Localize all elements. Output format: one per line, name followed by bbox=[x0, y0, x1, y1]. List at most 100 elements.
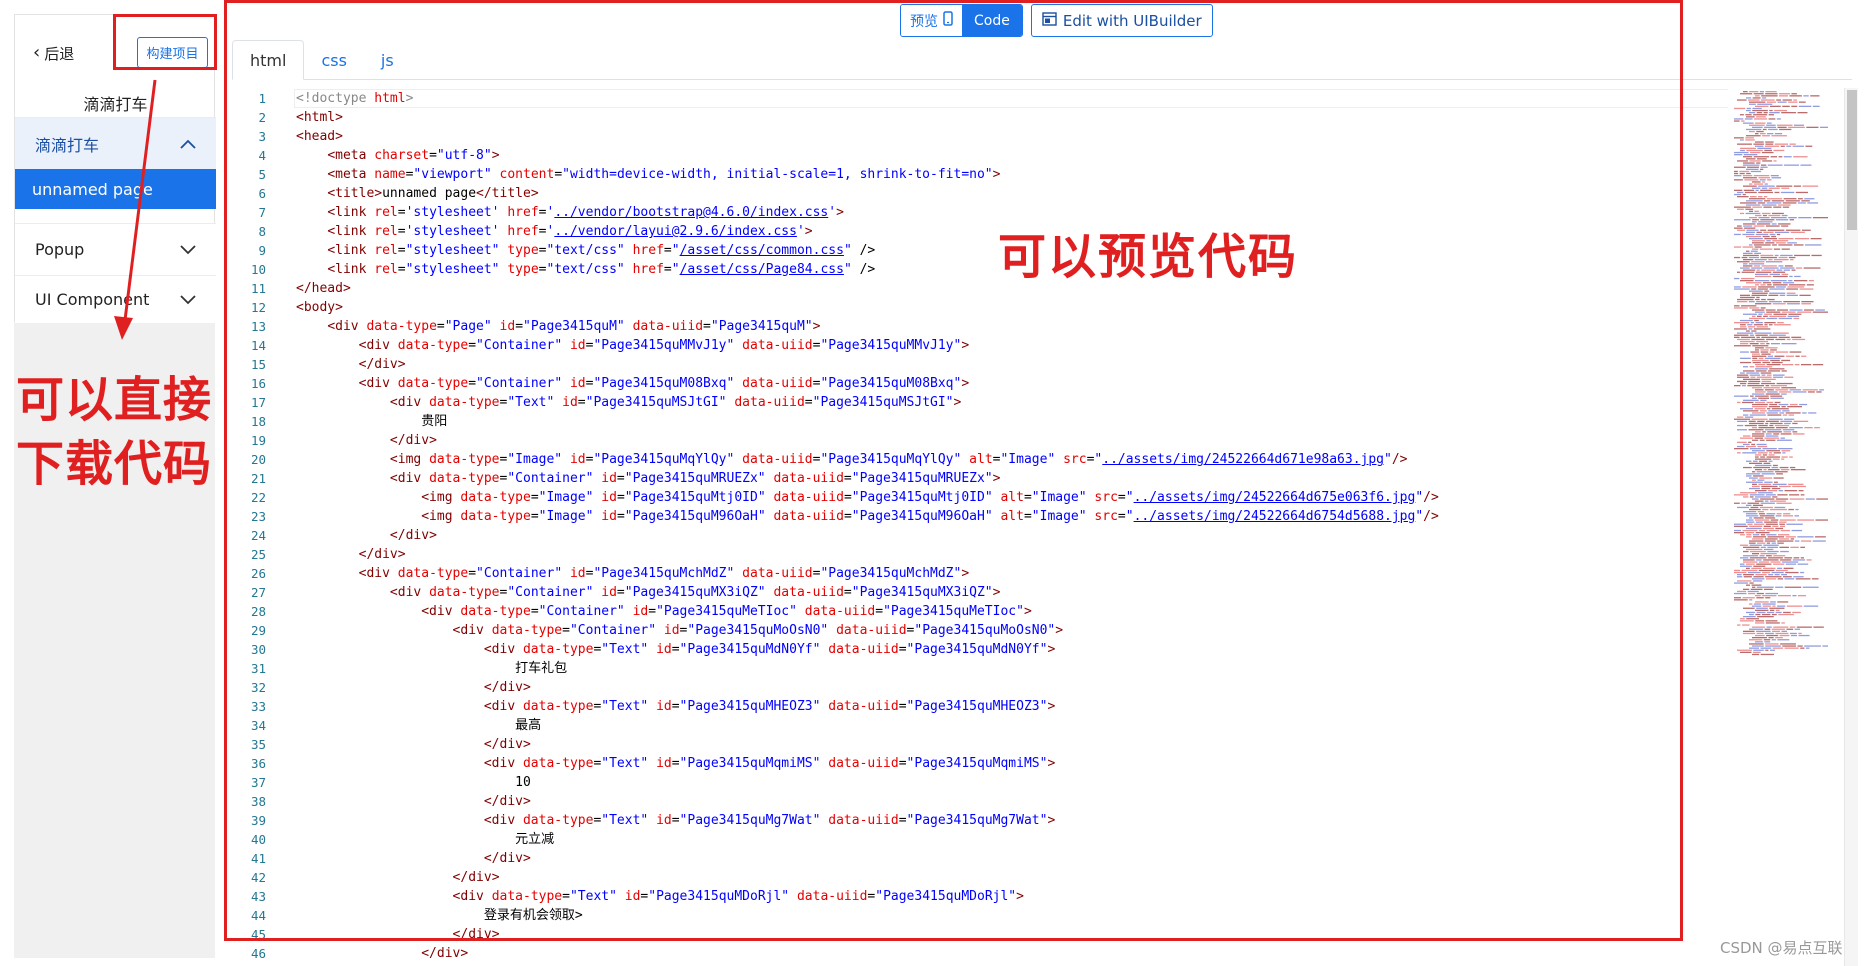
code-button[interactable]: Code bbox=[962, 5, 1022, 36]
minimap-token bbox=[1755, 389, 1764, 391]
code-line: 26 <div data-type="Container" id="Page34… bbox=[228, 564, 1728, 583]
minimap-token bbox=[1760, 219, 1775, 221]
minimap-token bbox=[1755, 464, 1772, 467]
minimap-token bbox=[1780, 191, 1795, 194]
minimap-token bbox=[1760, 553, 1777, 555]
tab-css[interactable]: css bbox=[304, 40, 363, 80]
minimap-token bbox=[1765, 393, 1780, 395]
minimap-token bbox=[1787, 286, 1805, 288]
tab-html[interactable]: html bbox=[232, 40, 305, 80]
scrollbar-thumb[interactable] bbox=[1847, 90, 1857, 230]
minimap-token bbox=[1761, 99, 1775, 101]
minimap-token bbox=[1744, 191, 1757, 194]
code-area[interactable]: 1 <!doctype html> 2 <html> 3 <head> 4 <meta ch… bbox=[228, 89, 1728, 966]
minimap-token bbox=[1744, 227, 1756, 229]
minimap-token bbox=[1769, 607, 1785, 609]
minimap-token bbox=[1779, 546, 1789, 548]
minimap-token bbox=[1734, 286, 1741, 288]
minimap-token bbox=[1777, 542, 1784, 544]
minimap-token bbox=[1749, 317, 1765, 320]
minimap-token bbox=[1755, 273, 1769, 275]
code-minimap[interactable] bbox=[1730, 89, 1830, 659]
minimap-token bbox=[1781, 574, 1787, 576]
line-number: 13 bbox=[250, 319, 266, 334]
minimap-token bbox=[1763, 544, 1779, 546]
code-text: </div> bbox=[483, 794, 531, 809]
minimap-token bbox=[1745, 445, 1756, 448]
minimap-token bbox=[1769, 368, 1785, 370]
code-line: 33 <div data-type="Text" id="Page3415quM… bbox=[228, 697, 1728, 716]
minimap-token bbox=[1746, 229, 1759, 231]
minimap-token bbox=[1792, 422, 1798, 425]
minimap-token bbox=[1812, 311, 1828, 313]
minimap-token bbox=[1757, 202, 1766, 204]
minimap-token bbox=[1751, 584, 1762, 586]
minimap-token bbox=[1756, 586, 1774, 588]
back-button[interactable]: ‹ 后退 bbox=[33, 43, 74, 64]
line-number: 18 bbox=[250, 414, 266, 429]
minimap-token bbox=[1743, 223, 1756, 225]
minimap-token bbox=[1778, 265, 1784, 267]
minimap-token bbox=[1764, 200, 1771, 202]
minimap-token bbox=[1777, 494, 1788, 496]
minimap-token bbox=[1774, 574, 1780, 576]
tab-js[interactable]: js bbox=[364, 40, 411, 80]
minimap-token bbox=[1747, 166, 1759, 168]
minimap-token bbox=[1746, 519, 1754, 521]
minimap-token bbox=[1781, 225, 1789, 227]
minimap-token bbox=[1769, 315, 1787, 317]
minimap-token bbox=[1762, 214, 1767, 217]
minimap-token bbox=[1755, 395, 1769, 397]
minimap-token bbox=[1746, 504, 1752, 506]
minimap-token bbox=[1749, 628, 1764, 630]
minimap-token bbox=[1769, 424, 1774, 427]
minimap-token bbox=[1785, 563, 1797, 565]
edit-uibuilder-button[interactable]: Edit with UIBuilder bbox=[1030, 4, 1213, 37]
minimap-token bbox=[1778, 156, 1783, 158]
minimap-token bbox=[1789, 498, 1805, 500]
code-line: 45 </div> bbox=[228, 925, 1728, 944]
preview-button[interactable]: 预览 bbox=[901, 5, 962, 36]
line-number: 12 bbox=[250, 300, 266, 315]
minimap-token bbox=[1749, 496, 1754, 498]
minimap-token bbox=[1734, 179, 1743, 181]
minimap-token bbox=[1753, 328, 1771, 330]
minimap-token bbox=[1765, 649, 1769, 651]
minimap-token bbox=[1766, 240, 1771, 242]
minimap-token bbox=[1765, 389, 1774, 391]
code-line: 7 <link rel='stylesheet' href='../vendor… bbox=[228, 203, 1728, 222]
minimap-token bbox=[1776, 473, 1783, 475]
minimap-token bbox=[1755, 95, 1760, 97]
editor-scrollbar[interactable] bbox=[1844, 88, 1858, 966]
minimap-token bbox=[1740, 351, 1749, 353]
minimap-token bbox=[1755, 271, 1772, 273]
editor-toolbar: 预览 Code Edit with UIBuilder bbox=[900, 4, 1213, 38]
minimap-token bbox=[1743, 156, 1753, 158]
minimap-token bbox=[1781, 359, 1791, 362]
minimap-token bbox=[1756, 130, 1764, 133]
minimap-token bbox=[1779, 391, 1792, 393]
minimap-token bbox=[1743, 496, 1749, 498]
minimap-token bbox=[1816, 391, 1822, 393]
minimap-token bbox=[1743, 185, 1757, 187]
code-line: 4 <meta charset="utf-8"> bbox=[228, 146, 1728, 165]
code-line: 27 <div data-type="Container" id="Page34… bbox=[228, 583, 1728, 602]
minimap-token bbox=[1740, 93, 1753, 95]
minimap-token bbox=[1740, 114, 1744, 116]
minimap-token bbox=[1766, 626, 1772, 628]
minimap-token bbox=[1782, 645, 1796, 647]
minimap-token bbox=[1781, 393, 1787, 395]
minimap-token bbox=[1765, 141, 1774, 143]
minimap-token bbox=[1749, 307, 1760, 309]
minimap-token bbox=[1793, 576, 1804, 578]
minimap-token bbox=[1800, 546, 1806, 548]
minimap-token bbox=[1781, 622, 1785, 624]
minimap-token bbox=[1769, 609, 1775, 611]
minimap-token bbox=[1788, 217, 1797, 219]
minimap-token bbox=[1765, 422, 1769, 425]
minimap-token bbox=[1779, 519, 1796, 521]
minimap-token bbox=[1752, 580, 1763, 582]
code-line: 14 <div data-type="Container" id="Page34… bbox=[228, 336, 1728, 355]
minimap-token bbox=[1740, 139, 1744, 141]
minimap-token bbox=[1761, 613, 1771, 616]
